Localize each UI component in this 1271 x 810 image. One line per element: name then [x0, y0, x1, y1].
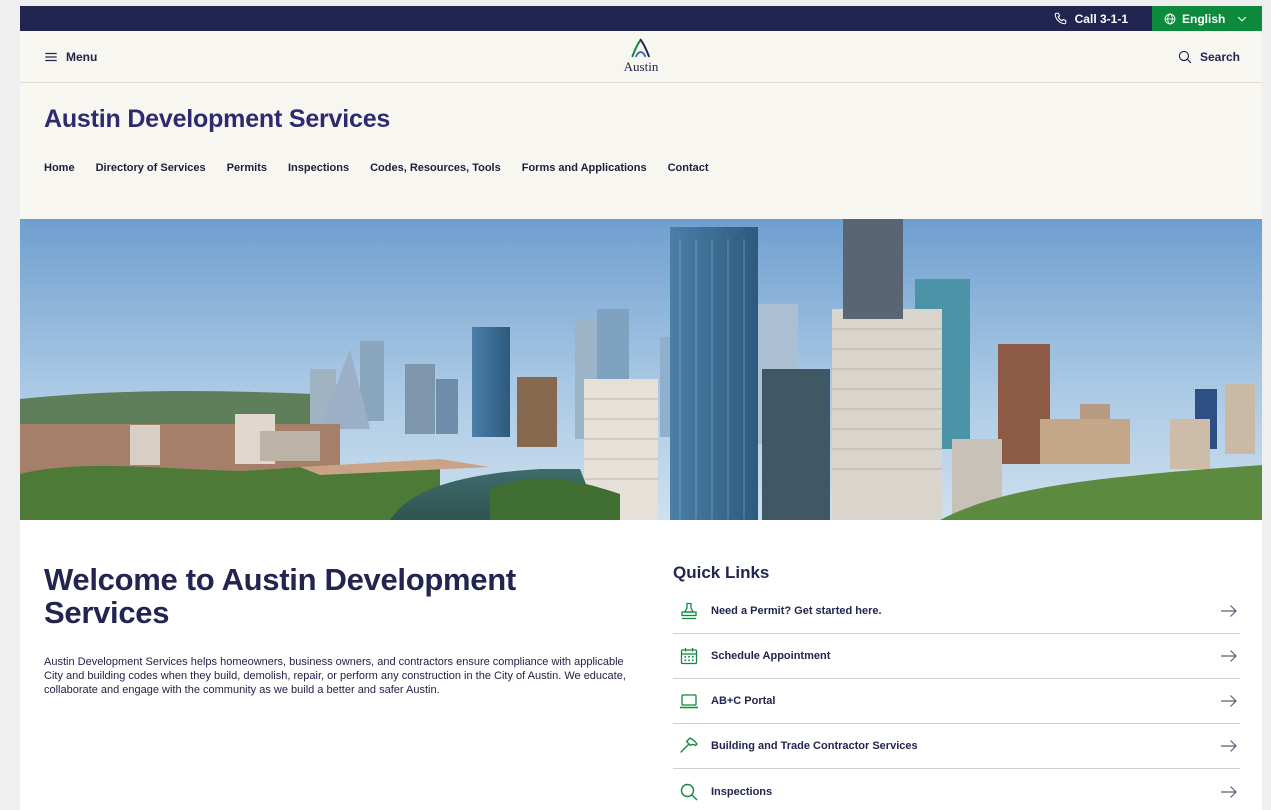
- menu-label: Menu: [66, 49, 98, 64]
- austin-logo[interactable]: Austin: [623, 38, 659, 75]
- menu-button[interactable]: Menu: [44, 50, 97, 64]
- quick-link-building-trade-contractor[interactable]: Building and Trade Contractor Services: [673, 724, 1240, 769]
- welcome-heading: Welcome to Austin Development Services: [44, 562, 516, 630]
- magnifier-icon: [679, 782, 699, 802]
- hero-skyline-image: [20, 219, 1262, 520]
- nav-item-codes-resources-tools[interactable]: Codes, Resources, Tools: [370, 162, 501, 174]
- quick-link-schedule-appointment[interactable]: Schedule Appointment: [673, 634, 1240, 679]
- arrow-right-icon: [1221, 650, 1237, 662]
- page: Call 3-1-1 English Menu Austin Search Au…: [20, 6, 1262, 810]
- search-label: Search: [1199, 49, 1240, 64]
- calendar-icon: [679, 646, 699, 666]
- quick-links-heading: Quick Links: [673, 563, 770, 582]
- quick-link-label: Need a Permit? Get started here.: [711, 605, 882, 617]
- site-header: Menu Austin Search: [20, 31, 1262, 83]
- search-icon: [1178, 50, 1192, 63]
- welcome-body: Austin Development Services helps homeow…: [44, 656, 626, 696]
- chevron-down-icon: [1237, 16, 1247, 22]
- nav-item-contact[interactable]: Contact: [668, 162, 709, 174]
- quick-link-label: Building and Trade Contractor Services: [711, 740, 918, 752]
- nav-item-inspections[interactable]: Inspections: [288, 162, 349, 174]
- quick-link-label: Inspections: [711, 785, 773, 798]
- laptop-icon: [679, 691, 699, 711]
- quick-link-label: AB+C Portal: [711, 695, 776, 707]
- nav-item-home[interactable]: Home: [44, 162, 75, 174]
- utility-bar: Call 3-1-1 English: [20, 6, 1262, 31]
- quick-link-inspections[interactable]: Inspections: [673, 769, 1240, 810]
- welcome-section: Welcome to Austin Development Services A…: [44, 563, 629, 810]
- arrow-right-icon: [1221, 740, 1237, 752]
- quick-link-abc-portal[interactable]: AB+C Portal: [673, 679, 1240, 724]
- stamp-icon: [679, 601, 699, 621]
- hammer-icon: [679, 736, 699, 756]
- nav-item-forms-and-applications[interactable]: Forms and Applications: [522, 162, 647, 174]
- call-311-link[interactable]: Call 3-1-1: [1030, 6, 1152, 31]
- call-label: Call 3-1-1: [1074, 11, 1128, 26]
- globe-icon: [1164, 13, 1176, 24]
- language-label: English: [1182, 11, 1226, 26]
- hamburger-icon: [45, 52, 57, 61]
- main-nav: Home Directory of Services Permits Inspe…: [44, 162, 1238, 174]
- nav-item-permits[interactable]: Permits: [227, 162, 267, 174]
- site-title-bar: Austin Development Services Home Directo…: [20, 83, 1262, 219]
- arrow-right-icon: [1221, 785, 1237, 798]
- phone-icon: [1054, 12, 1066, 25]
- arrow-right-icon: [1221, 695, 1237, 707]
- arrow-right-icon: [1221, 605, 1237, 617]
- quick-links-section: Quick Links Need a Permit? Get started h…: [673, 563, 1240, 810]
- quick-link-label: Schedule Appointment: [711, 650, 831, 662]
- main-content: Welcome to Austin Development Services A…: [20, 520, 1262, 810]
- austin-logo-icon: [631, 38, 651, 58]
- language-selector[interactable]: English: [1152, 6, 1262, 31]
- logo-text: Austin: [623, 59, 659, 74]
- nav-item-directory-of-services[interactable]: Directory of Services: [96, 162, 206, 174]
- search-button[interactable]: Search: [1178, 50, 1240, 64]
- quick-link-need-a-permit[interactable]: Need a Permit? Get started here.: [673, 589, 1240, 634]
- site-title[interactable]: Austin Development Services: [44, 105, 1238, 134]
